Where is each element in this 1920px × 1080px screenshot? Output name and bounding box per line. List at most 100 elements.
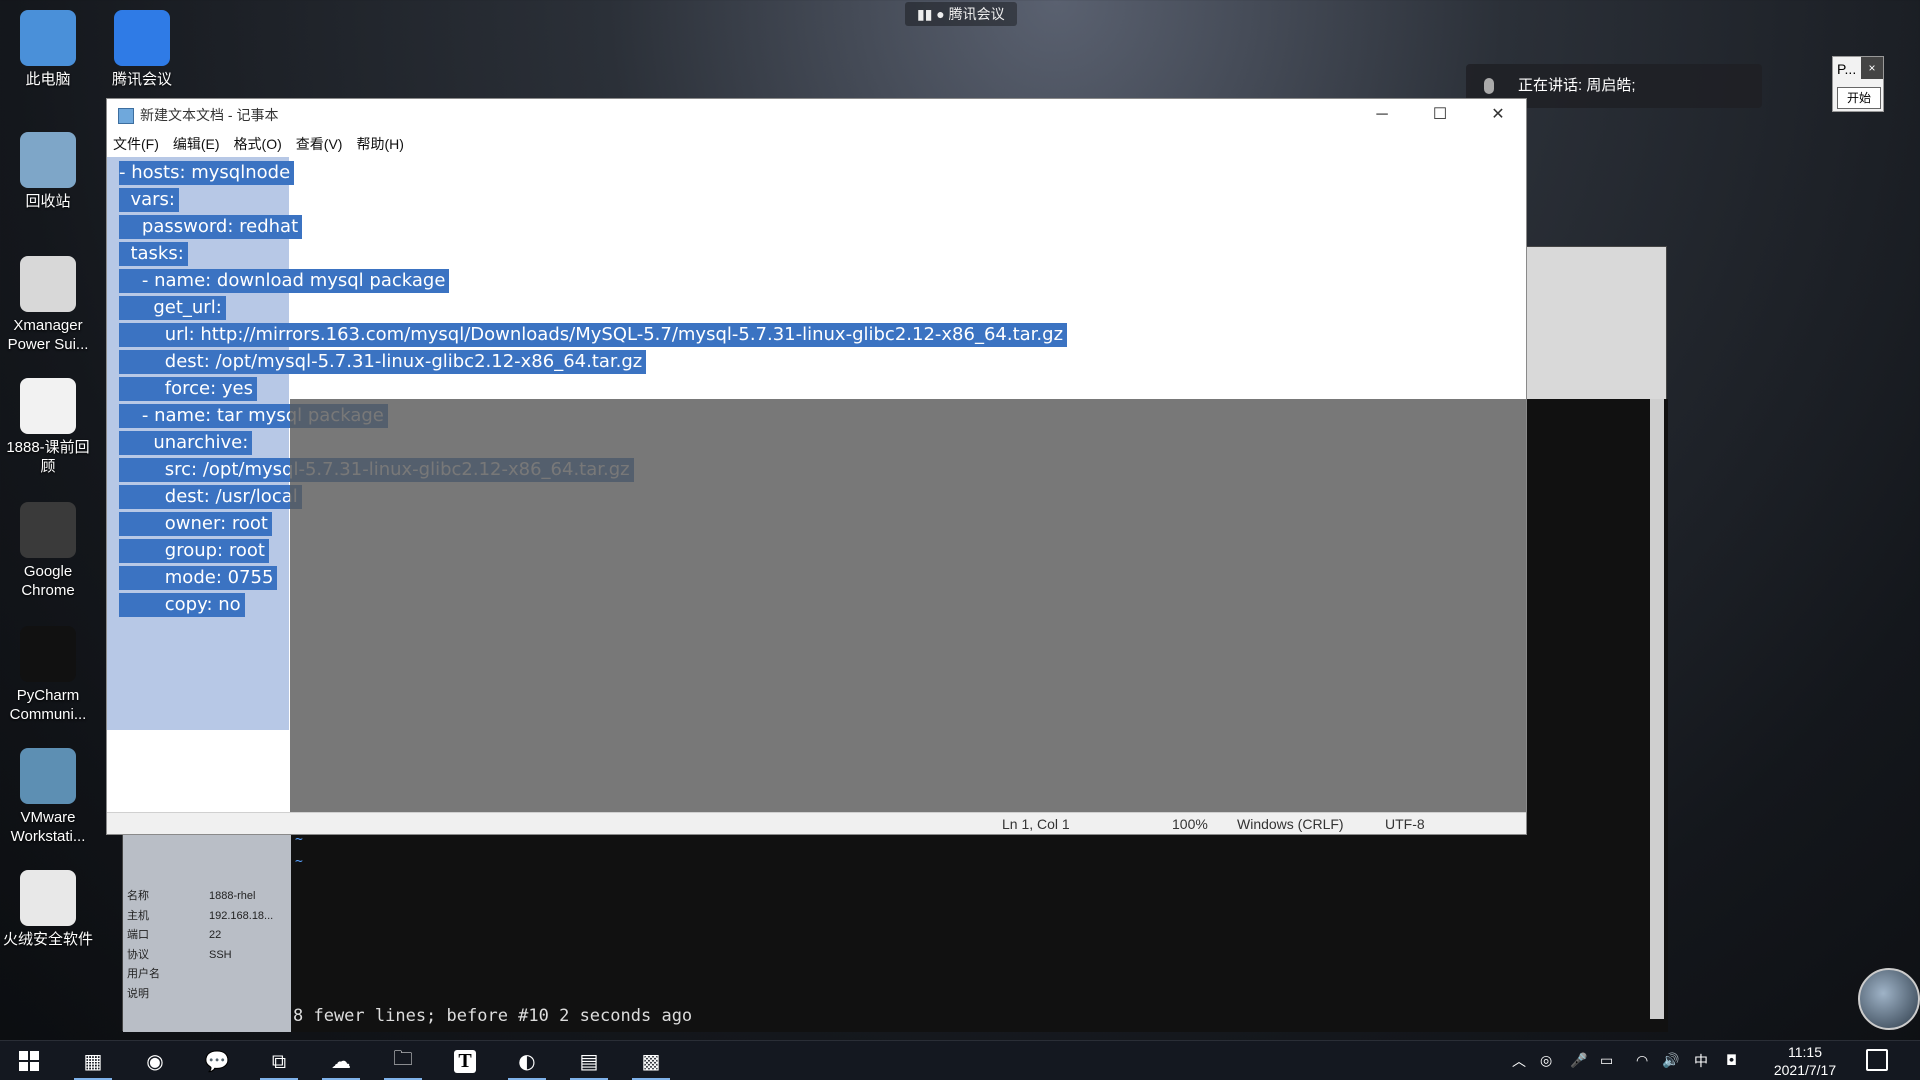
start-button[interactable] <box>4 1041 54 1080</box>
pycharm-icon <box>20 626 76 682</box>
screenshot-app-icon[interactable]: ▦ <box>68 1041 118 1080</box>
desktop-icon[interactable]: 此电脑 <box>0 10 96 89</box>
property-key: 协议 <box>127 948 149 961</box>
property-key: 说明 <box>127 987 149 1000</box>
microphone-icon <box>1484 78 1494 94</box>
huorong-icon <box>20 870 76 926</box>
zoom-level: 100% <box>1172 816 1208 832</box>
microphone-tray-icon[interactable]: 🎤 <box>1570 1041 1587 1080</box>
code-line: group: root <box>119 539 269 563</box>
desktop-icon[interactable]: PyCharm Communi... <box>0 626 96 724</box>
code-line: vars: <box>119 188 179 212</box>
desktop-icon-label: PyCharm Communi... <box>9 687 87 723</box>
recorder-taskbar-icon[interactable]: ▩ <box>626 1041 676 1080</box>
tencent-meeting-icon <box>114 10 170 66</box>
property-value: 1888-rhel <box>209 890 256 902</box>
clock[interactable]: 11:15 2021/7/17 <box>1760 1043 1850 1079</box>
chrome-taskbar-icon[interactable]: ◉ <box>130 1041 180 1080</box>
desktop-icon[interactable]: 回收站 <box>0 132 96 211</box>
notepad-taskbar-icon[interactable]: ▤ <box>564 1041 614 1080</box>
code-line: copy: no <box>119 593 245 617</box>
code-line: - name: download mysql package <box>119 269 450 293</box>
camera-tray-icon[interactable]: ◎ <box>1540 1041 1552 1080</box>
code-line: mode: 0755 <box>119 566 278 590</box>
code-line: tasks: <box>119 242 188 266</box>
notepad-menu-item[interactable]: 文件(F) <box>113 133 159 155</box>
panel-close-button[interactable]: × <box>1861 57 1883 79</box>
recording-panel: P... × 开始 <box>1832 56 1884 112</box>
desktop-icon-label: 腾讯会议 <box>111 71 172 88</box>
desktop-icon-label: 回收站 <box>25 193 71 210</box>
meeting-label: 腾讯会议 <box>948 6 1005 22</box>
show-hidden-icons[interactable]: ︿ <box>1512 1041 1526 1080</box>
property-value: SSH <box>209 948 232 961</box>
vmware-icon <box>20 748 76 804</box>
desktop-icon-label: Google Chrome <box>21 563 75 599</box>
notification-center-icon[interactable] <box>1866 1049 1888 1071</box>
desktop-icon-label: VMware Workstati... <box>10 809 86 845</box>
close-button[interactable]: ✕ <box>1475 99 1521 131</box>
desktop-icon-label: 1888-课前回顾 <box>6 439 90 475</box>
notepad-window: 新建文本文档 - 记事本 ─ ☐ ✕ 文件(F) 编辑(E) 格式(O) 查看(V) 帮… <box>106 98 1527 835</box>
start-button[interactable]: 开始 <box>1837 87 1881 109</box>
terminal-scrollbar[interactable] <box>1650 399 1664 1019</box>
code-line: force: yes <box>119 377 257 401</box>
xmanager-icon <box>20 256 76 312</box>
file-explorer-icon[interactable]: 🗀 <box>378 1041 428 1080</box>
ime-indicator[interactable]: 中 <box>1694 1041 1708 1080</box>
notepad-titlebar[interactable]: 新建文本文档 - 记事本 ─ ☐ ✕ <box>107 99 1526 131</box>
app-tray-icon[interactable]: ◘ <box>1726 1041 1737 1080</box>
desktop-icon[interactable]: 1888-课前回顾 <box>0 378 96 476</box>
user-avatar[interactable] <box>1858 968 1920 1030</box>
notepad-menu-item[interactable]: 帮助(H) <box>356 133 403 155</box>
typora-icon[interactable]: T <box>440 1041 490 1080</box>
wifi-icon[interactable]: ◠ <box>1636 1041 1648 1080</box>
property-key: 名称 <box>127 890 149 902</box>
computer-icon <box>20 10 76 66</box>
code-line: owner: root <box>119 512 272 536</box>
notepad-icon <box>118 108 134 124</box>
desktop-icon[interactable]: Xmanager Power Sui... <box>0 256 96 354</box>
volume-icon[interactable]: 🔊 <box>1662 1041 1679 1080</box>
notepad-menu-item[interactable]: 格式(O) <box>234 133 282 155</box>
wechat-icon[interactable]: 💬 <box>192 1041 242 1080</box>
chrome-icon <box>20 502 76 558</box>
code-line: dest: /opt/mysql-5.7.31-linux-glibc2.12-… <box>119 350 647 374</box>
notepad-menu-bar: 文件(F) 编辑(E) 格式(O) 查看(V) 帮助(H) <box>107 133 404 155</box>
encoding: UTF-8 <box>1385 816 1425 832</box>
vim-status-line: 8 fewer lines; before #10 2 seconds ago <box>293 1006 693 1026</box>
clock-time: 11:15 <box>1788 1044 1822 1060</box>
property-row: 用户名 <box>127 965 287 985</box>
desktop-icon[interactable]: Google Chrome <box>0 502 96 600</box>
notepad-menu-item[interactable]: 查看(V) <box>296 133 343 155</box>
desktop-icon-label: Xmanager Power Sui... <box>7 317 89 353</box>
maximize-button[interactable]: ☐ <box>1417 99 1463 131</box>
code-line: password: redhat <box>119 215 303 239</box>
notepad-scrollbar[interactable] <box>1510 157 1526 717</box>
meeting-indicator[interactable]: ▮▮ ● 腾讯会议 <box>905 2 1017 26</box>
property-row: 说明 <box>127 985 287 1005</box>
taskbar: ▦ ◉ 💬 ⧉ ☁ 🗀 T ◐ ▤ ▩ ︿ ◎ 🎤 ▭ ◠ 🔊 中 ◘ 11:1… <box>0 1040 1920 1080</box>
minimize-button[interactable]: ─ <box>1359 99 1405 131</box>
code-line: url: http://mirrors.163.com/mysql/Downlo… <box>119 323 1068 347</box>
desktop-icon[interactable]: 火绒安全软件 <box>0 870 96 949</box>
xshell-taskbar-icon[interactable]: ◐ <box>502 1041 552 1080</box>
session-properties: 名称 1888-rhel 主机 192.168.18... 端口 22 协议 SSH 用户名说明 <box>127 887 287 1004</box>
property-row: 名称 1888-rhel <box>127 887 287 907</box>
vmware-taskbar-icon[interactable]: ⧉ <box>254 1041 304 1080</box>
document-icon <box>20 378 76 434</box>
window-title: 新建文本文档 - 记事本 <box>140 107 279 123</box>
cursor-position: Ln 1, Col 1 <box>1002 816 1070 832</box>
property-key: 端口 <box>127 929 149 941</box>
property-row: 端口 22 <box>127 926 287 946</box>
desktop-icon[interactable]: 腾讯会议 <box>94 10 190 89</box>
notepad-status-bar: Ln 1, Col 1 100% Windows (CRLF) UTF-8 <box>107 812 1526 834</box>
line-ending: Windows (CRLF) <box>1237 816 1344 832</box>
tencent-meeting-taskbar-icon[interactable]: ☁ <box>316 1041 366 1080</box>
desktop-icon[interactable]: VMware Workstati... <box>0 748 96 846</box>
property-row: 主机 192.168.18... <box>127 907 287 927</box>
transparent-overlap-region <box>290 399 1526 816</box>
windows-icon <box>19 1051 39 1071</box>
notepad-menu-item[interactable]: 编辑(E) <box>173 133 220 155</box>
battery-icon[interactable]: ▭ <box>1600 1041 1613 1080</box>
